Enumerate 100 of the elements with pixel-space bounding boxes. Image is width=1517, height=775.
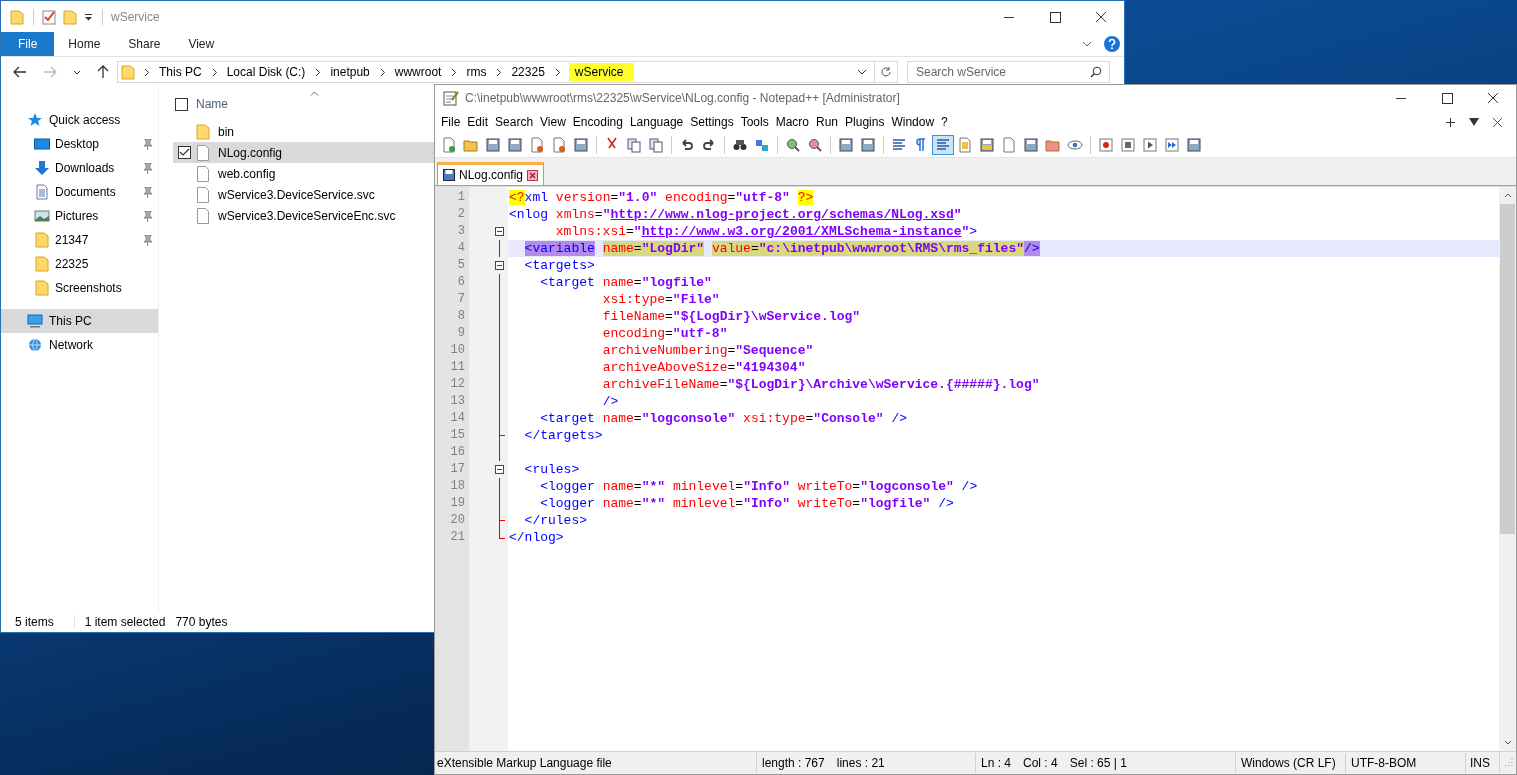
chevron-right-icon[interactable] [144,67,150,77]
status-text: Ln : 4 [981,756,1012,770]
nav-item[interactable]: Network [1,333,158,357]
menu-item[interactable]: File [441,115,467,129]
ribbon-tab[interactable]: File [1,32,55,56]
code-line: /> [601,393,620,410]
pin-icon[interactable] [143,210,153,222]
back-arrow-icon[interactable] [13,66,27,78]
search-field[interactable]: Search wService [907,61,1110,83]
file-tab[interactable]: NLog.config [437,162,545,185]
checkmark-icon[interactable] [42,8,56,25]
menu-item[interactable]: Edit [467,115,495,129]
scroll-down-icon[interactable] [1503,740,1512,745]
nav-label: Desktop [55,137,100,151]
code-line: <logger name="*" minlevel="Info" writeTo="logconsole" /> [539,478,979,495]
line-number: 5 [456,257,465,274]
breadcrumb[interactable]: wService [568,63,634,81]
code-line: <target name="logconsole" xsi:type="Console" /> [539,410,908,427]
breadcrumb[interactable]: rms [465,65,488,79]
breadcrumb[interactable]: Local Disk (C:) [225,65,307,79]
nav-item[interactable]: 22325 [1,252,158,276]
line-number: 19 [449,495,465,512]
menu-item[interactable]: Settings [690,115,740,129]
chevron-right-icon[interactable] [496,67,503,77]
close-icon[interactable] [527,169,539,181]
line-number: 4 [456,240,465,257]
code-line: <nlog xmlns="http://www.nlog-project.org/schemas/NLog.xsd" [508,206,963,223]
ribbon-tab[interactable]: Home [54,32,115,56]
breadcrumb[interactable]: wwwroot [393,65,443,79]
pin-icon[interactable] [143,234,153,246]
breadcrumb[interactable]: 22325 [510,65,546,79]
nav-item[interactable]: Downloads [1,156,158,180]
chevron-down-icon[interactable] [1082,41,1092,47]
nav-item[interactable]: This PC [1,309,158,333]
search-icon[interactable] [1090,66,1102,78]
code-line: </rules> [523,512,589,529]
menu-item[interactable]: Window [891,115,941,129]
nav-label: 22325 [55,257,89,271]
ribbon-tab[interactable]: View [174,32,229,56]
menu-item[interactable]: Macro [775,115,815,129]
chevron-right-icon[interactable] [211,67,218,77]
nav-item[interactable]: Pictures [1,204,158,228]
menu-item[interactable]: View [540,115,572,129]
file-row[interactable]: wService3.DeviceService.svc [173,184,435,205]
dropdown-icon[interactable] [1469,118,1479,126]
menu-item[interactable]: Run [816,115,845,129]
chevron-right-icon[interactable] [554,67,561,77]
menu-item[interactable]: Plugins [845,115,891,129]
nav-item[interactable]: Screenshots [1,276,158,300]
ribbon-tab[interactable]: Share [114,32,175,56]
menu-item[interactable]: Search [495,115,540,129]
nav-item[interactable]: Quick access [1,108,158,132]
nav-item[interactable]: Documents [1,180,158,204]
dropdown-icon[interactable] [84,12,93,21]
file-row[interactable]: wService3.DeviceServiceEnc.svc [173,205,435,226]
scroll-up-icon[interactable] [1503,193,1512,198]
save-icon [443,169,455,181]
menu-item[interactable]: Language [629,115,690,129]
chevron-right-icon[interactable] [451,67,458,77]
status-text: Col : 4 [1023,756,1058,770]
breadcrumb[interactable]: This PC [158,65,203,79]
plus-icon[interactable] [1446,117,1455,127]
menu-item[interactable]: Encoding [572,115,629,129]
chevron-right-icon[interactable] [315,67,322,77]
file-row[interactable]: NLog.config [173,142,435,163]
file-name: bin [218,124,234,139]
row-checkbox[interactable] [178,146,191,159]
address-bar[interactable]: This PC Local Disk (C:) inetpub wwwroot rms 22325 wService [117,61,898,83]
nav-item[interactable]: Desktop [1,132,158,156]
line-number: 12 [449,376,465,393]
scroll-thumb[interactable] [1500,204,1515,534]
document-icon [34,184,50,200]
line-number: 17 [449,461,465,478]
close-icon[interactable] [1493,117,1502,127]
column-header[interactable]: Name [196,97,228,111]
breadcrumb[interactable]: inetpub [329,65,371,79]
resize-grip-icon[interactable] [1502,757,1514,769]
menu-item[interactable]: Tools [740,115,775,129]
select-all-checkbox[interactable] [175,97,188,111]
up-arrow-icon[interactable] [97,65,109,79]
line-number: 16 [449,444,465,461]
nav-item[interactable]: 21347 [1,228,158,252]
pin-icon[interactable] [143,162,153,174]
file-row[interactable]: bin [173,121,435,142]
pin-icon[interactable] [143,138,153,150]
pin-icon[interactable] [143,186,153,198]
picture-icon [34,208,50,224]
help-icon[interactable] [1104,36,1120,52]
folder-icon [34,280,50,296]
status-text: INS [1470,756,1490,770]
menu-item[interactable]: ? [941,115,954,129]
chevron-down-icon[interactable] [73,69,81,75]
indent-guide-icon[interactable] [932,135,954,155]
file-row[interactable]: web.config [173,163,435,184]
chevron-right-icon[interactable] [379,67,386,77]
chevron-down-icon[interactable] [857,69,867,75]
sort-caret-icon [310,91,319,96]
line-number: 7 [456,291,465,308]
scrollbar[interactable] [1499,187,1516,751]
code-line: encoding="utf-8" [601,325,729,342]
